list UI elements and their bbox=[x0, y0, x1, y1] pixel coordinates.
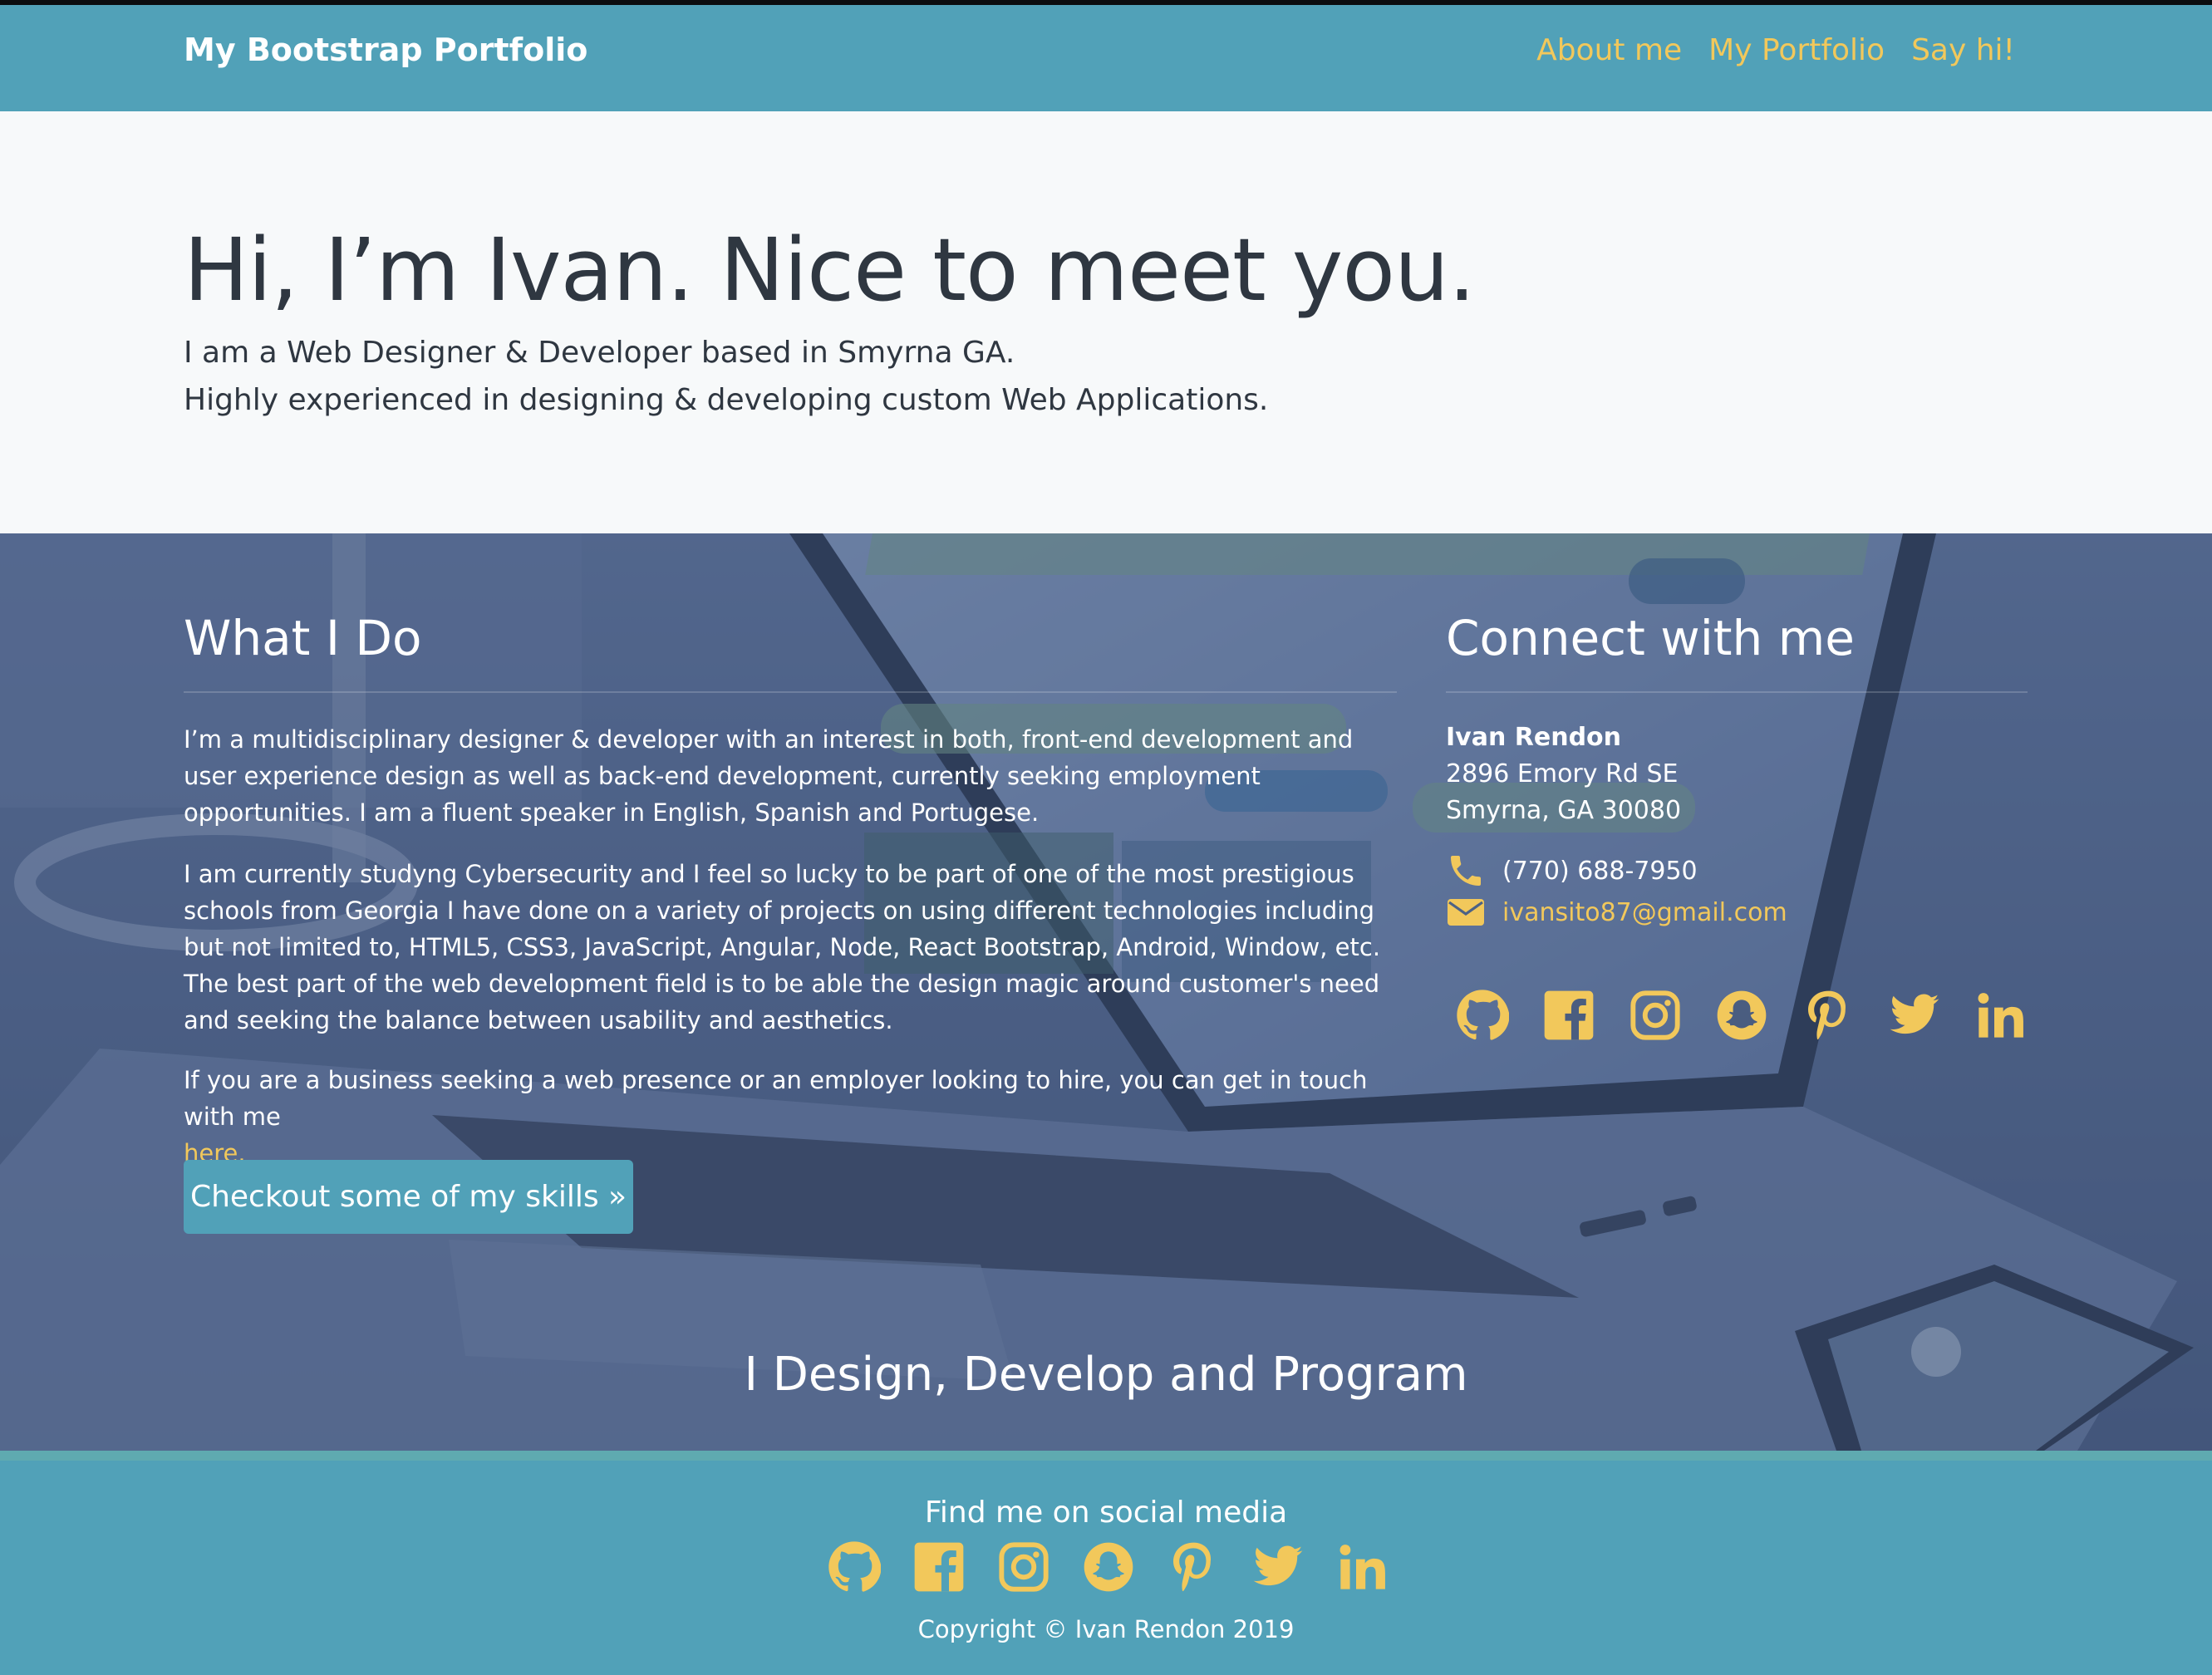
what-i-do-title: What I Do bbox=[184, 610, 422, 666]
skills-button[interactable]: Checkout some of my skills » bbox=[184, 1160, 633, 1234]
footer-border bbox=[0, 1451, 2212, 1461]
twitter-icon[interactable] bbox=[1888, 989, 1941, 1042]
divider bbox=[184, 691, 1397, 693]
about-paragraph-2: I am currently studyng Cybersecurity and… bbox=[184, 860, 1381, 1034]
nav-links: About me My Portfolio Say hi! bbox=[1536, 33, 2015, 67]
instagram-icon[interactable] bbox=[1629, 989, 1682, 1042]
github-icon[interactable] bbox=[828, 1540, 881, 1594]
github-icon[interactable] bbox=[1456, 989, 1509, 1042]
phone-icon bbox=[1446, 851, 1486, 891]
jumbotron: Hi, I’m Ivan. Nice to meet you. I am a W… bbox=[0, 111, 2212, 533]
phone-row: (770) 688-7950 bbox=[1446, 851, 1698, 891]
address-line-2: Smyrna, GA 30080 bbox=[1446, 796, 1682, 825]
email-link[interactable]: ivansito87@gmail.com bbox=[1502, 898, 1787, 927]
facebook-icon[interactable] bbox=[1542, 989, 1595, 1042]
connect-social-icons bbox=[1456, 989, 2028, 1042]
facebook-icon[interactable] bbox=[912, 1540, 966, 1594]
footer-social-icons bbox=[828, 1540, 1389, 1594]
navbar-brand[interactable]: My Bootstrap Portfolio bbox=[184, 32, 587, 68]
linkedin-icon[interactable] bbox=[1336, 1540, 1389, 1594]
snapchat-icon[interactable] bbox=[1715, 989, 1768, 1042]
page-heading: Hi, I’m Ivan. Nice to meet you. bbox=[184, 219, 1476, 321]
pinterest-icon[interactable] bbox=[1167, 1540, 1220, 1594]
linkedin-icon[interactable] bbox=[1974, 989, 2028, 1042]
email-row: ivansito87@gmail.com bbox=[1446, 896, 1787, 929]
contact-prompt-text: If you are a business seeking a web pres… bbox=[184, 1066, 1368, 1131]
footer: Find me on social media Copyright © Ivan… bbox=[0, 1461, 2212, 1675]
hero-section: What I Do I’m a multidisciplinary design… bbox=[0, 533, 2212, 1451]
footer-title: Find me on social media bbox=[924, 1496, 1288, 1530]
address-line-1: 2896 Emory Rd SE bbox=[1446, 759, 1679, 788]
phone-number: (770) 688-7950 bbox=[1502, 856, 1698, 886]
snapchat-icon[interactable] bbox=[1082, 1540, 1135, 1594]
twitter-icon[interactable] bbox=[1251, 1540, 1305, 1594]
lead-text: I am a Web Designer & Developer based in… bbox=[184, 329, 1268, 424]
divider bbox=[1446, 691, 2028, 693]
contact-name: Ivan Rendon bbox=[1446, 723, 1622, 752]
instagram-icon[interactable] bbox=[997, 1540, 1050, 1594]
nav-link-about[interactable]: About me bbox=[1536, 33, 1682, 67]
pinterest-icon[interactable] bbox=[1802, 989, 1855, 1042]
nav-link-contact[interactable]: Say hi! bbox=[1911, 33, 2015, 67]
lead-line-2: Highly experienced in designing & develo… bbox=[184, 383, 1269, 417]
tagline: I Design, Develop and Program bbox=[744, 1348, 1468, 1402]
connect-title: Connect with me bbox=[1446, 610, 1855, 666]
copyright: Copyright © Ivan Rendon 2019 bbox=[917, 1615, 1295, 1643]
lead-line-1: I am a Web Designer & Developer based in… bbox=[184, 336, 1015, 370]
navbar: My Bootstrap Portfolio About me My Portf… bbox=[0, 5, 2212, 111]
nav-link-portfolio[interactable]: My Portfolio bbox=[1708, 33, 1885, 67]
envelope-icon bbox=[1446, 896, 1486, 929]
about-paragraph-1: I’m a multidisciplinary designer & devel… bbox=[184, 725, 1354, 827]
about-paragraph-3: If you are a business seeking a web pres… bbox=[184, 1062, 1397, 1172]
